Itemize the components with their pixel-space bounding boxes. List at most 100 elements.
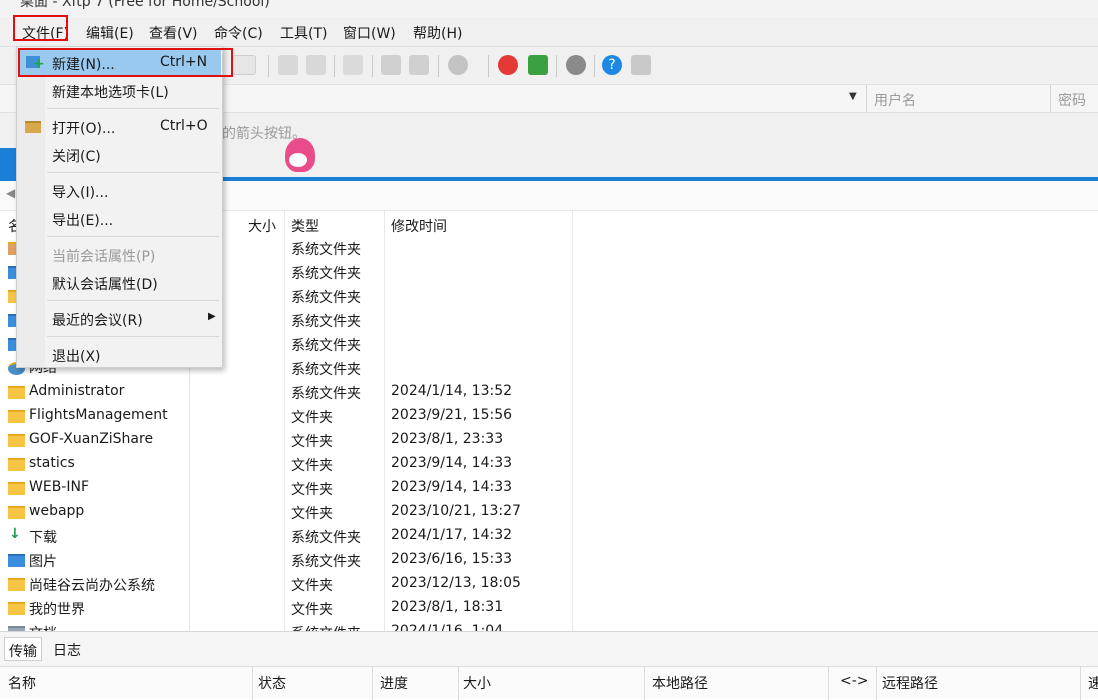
table-row[interactable]: 文件夹 2023/9/14, 14:33 [191,477,573,501]
tree-item[interactable]: statics [0,453,189,477]
column-type-header[interactable]: 类型 [291,216,319,236]
tree-item[interactable]: 我的世界 [0,597,189,621]
chat-icon[interactable] [631,55,651,75]
cell-modified: 2023/6/16, 15:33 [391,551,513,567]
gear-icon[interactable] [566,55,586,75]
table-row[interactable]: 系统文件夹 [191,285,573,309]
tree-item[interactable]: Administrator [0,381,189,405]
menu-window[interactable]: 窗口(W) [343,23,396,43]
paste-icon[interactable] [409,55,429,75]
help-icon[interactable]: ? [602,55,622,75]
table-row[interactable]: 系统文件夹 2024/1/17, 14:32 [191,525,573,549]
tree-item[interactable]: 文档 [0,621,189,631]
menu-item-export[interactable]: 导出(E)... [18,205,221,233]
cell-type: 文件夹 [291,602,333,618]
cell-type: 系统文件夹 [291,266,361,282]
tree-item[interactable]: 图片 [0,549,189,573]
cell-type: 文件夹 [291,410,333,426]
xftp-icon[interactable] [528,55,548,75]
xshell-icon[interactable] [498,55,518,75]
cell-modified: 2023/8/1, 23:33 [391,431,504,447]
cell-modified: 2024/1/17, 14:32 [391,527,513,543]
table-row[interactable]: 系统文件夹 2023/6/16, 15:33 [191,549,573,573]
tree-item[interactable]: 尚硅谷云尚办公系统 [0,573,189,597]
tab-log[interactable]: 日志 [49,637,85,661]
menu-item-open[interactable]: 打开(O)... Ctrl+O [18,113,221,141]
col-remote-path[interactable]: 远程路径 [882,673,938,693]
column-modified-header[interactable]: 修改时间 [391,216,447,236]
cell-modified: 2023/9/14, 14:33 [391,455,513,471]
menu-item-default-session-properties[interactable]: 默认会话属性(D) [18,269,221,297]
table-row[interactable]: 文件夹 2023/9/21, 15:56 [191,405,573,429]
folder-icon [8,602,25,615]
tree-item[interactable]: webapp [0,501,189,525]
table-row[interactable]: 文件夹 2023/12/13, 18:05 [191,573,573,597]
disconnect-icon[interactable] [232,55,256,75]
table-row[interactable]: 文件夹 2023/9/14, 14:33 [191,453,573,477]
username-field[interactable]: 用户名 [874,90,916,110]
cell-modified: 2023/8/1, 18:31 [391,599,504,615]
menu-item-recent-sessions[interactable]: 最近的会议(R) ▶ [18,305,221,333]
menu-item-current-session-properties: 当前会话属性(P) [52,249,156,265]
table-row[interactable]: 系统文件夹 [191,261,573,285]
menu-item-exit[interactable]: 退出(X) [18,341,221,369]
menu-view[interactable]: 查看(V) [149,23,198,43]
cell-type: 系统文件夹 [291,623,361,631]
tree-item[interactable]: ↓ 下载 [0,525,189,549]
cell-type: 系统文件夹 [291,386,361,402]
menu-command[interactable]: 命令(C) [214,23,263,43]
folder-icon [8,506,25,519]
password-field[interactable]: 密码 [1058,90,1086,110]
menu-edit[interactable]: 编辑(E) [86,23,134,43]
copy-icon[interactable] [381,55,401,75]
folder-icon [8,434,25,447]
cell-type: 文件夹 [291,434,333,450]
folder-icon [8,458,25,471]
tree-item[interactable]: WEB-INF [0,477,189,501]
cell-modified: 2024/1/14, 13:52 [391,383,513,399]
transfer-panel: 传输 日志 名称 状态 进度 大小 本地路径 <-> 远程路径 速 [0,631,1098,700]
dropdown-arrow-icon[interactable]: ▼ [849,91,857,102]
menu-tools[interactable]: 工具(T) [280,23,327,43]
column-size-header[interactable]: 大小 [248,216,276,236]
side-tab[interactable] [0,148,16,178]
table-row[interactable]: 系统文件夹 [191,357,573,381]
upload-icon[interactable] [278,55,298,75]
folder-icon [8,482,25,495]
table-row[interactable]: 系统文件夹 [191,333,573,357]
col-name[interactable]: 名称 [8,673,36,693]
menu-item-close[interactable]: 关闭(C) [18,141,221,169]
table-row[interactable]: 系统文件夹 2024/1/16, 1:04 [191,621,573,631]
col-size[interactable]: 大小 [463,673,491,693]
table-row[interactable]: 系统文件夹 2024/1/14, 13:52 [191,381,573,405]
table-row[interactable]: 文件夹 2023/8/1, 23:33 [191,429,573,453]
table-row[interactable]: 系统文件夹 [191,237,573,261]
file-menu-dropdown: + 新建(N)... Ctrl+N 新建本地选项卡(L) 打开(O)... Ct… [16,46,233,369]
table-row[interactable]: 文件夹 2023/10/21, 13:27 [191,501,573,525]
menu-bar: 文件(F) 编辑(E) 查看(V) 命令(C) 工具(T) 窗口(W) 帮助(H… [0,17,1098,47]
download-icon[interactable] [306,55,326,75]
col-local-path[interactable]: 本地路径 [652,673,708,693]
back-icon[interactable]: ◀ [6,186,15,200]
color-icon[interactable] [448,55,468,75]
menu-help[interactable]: 帮助(H) [413,23,462,43]
tree-item[interactable]: FlightsManagement [0,405,189,429]
tree-item[interactable]: GOF-XuanZiShare [0,429,189,453]
folder-icon [8,386,25,399]
tab-transfer[interactable]: 传输 [4,637,42,661]
cell-type: 系统文件夹 [291,362,361,378]
table-row[interactable]: 系统文件夹 [191,309,573,333]
col-status[interactable]: 状态 [258,673,286,693]
col-direction[interactable]: <-> [840,673,869,689]
table-row[interactable]: 文件夹 2023/8/1, 18:31 [191,597,573,621]
cell-type: 文件夹 [291,482,333,498]
cell-modified: 2023/10/21, 13:27 [391,503,521,519]
menu-item-import[interactable]: 导入(I)... [18,177,221,205]
sync-icon[interactable] [343,55,363,75]
col-progress[interactable]: 进度 [380,673,408,693]
folder-icon [8,410,25,423]
cell-type: 文件夹 [291,578,333,594]
col-speed[interactable]: 速 [1088,673,1098,693]
menu-item-new-local-tab[interactable]: 新建本地选项卡(L) [18,77,221,105]
folder-icon [8,578,25,591]
